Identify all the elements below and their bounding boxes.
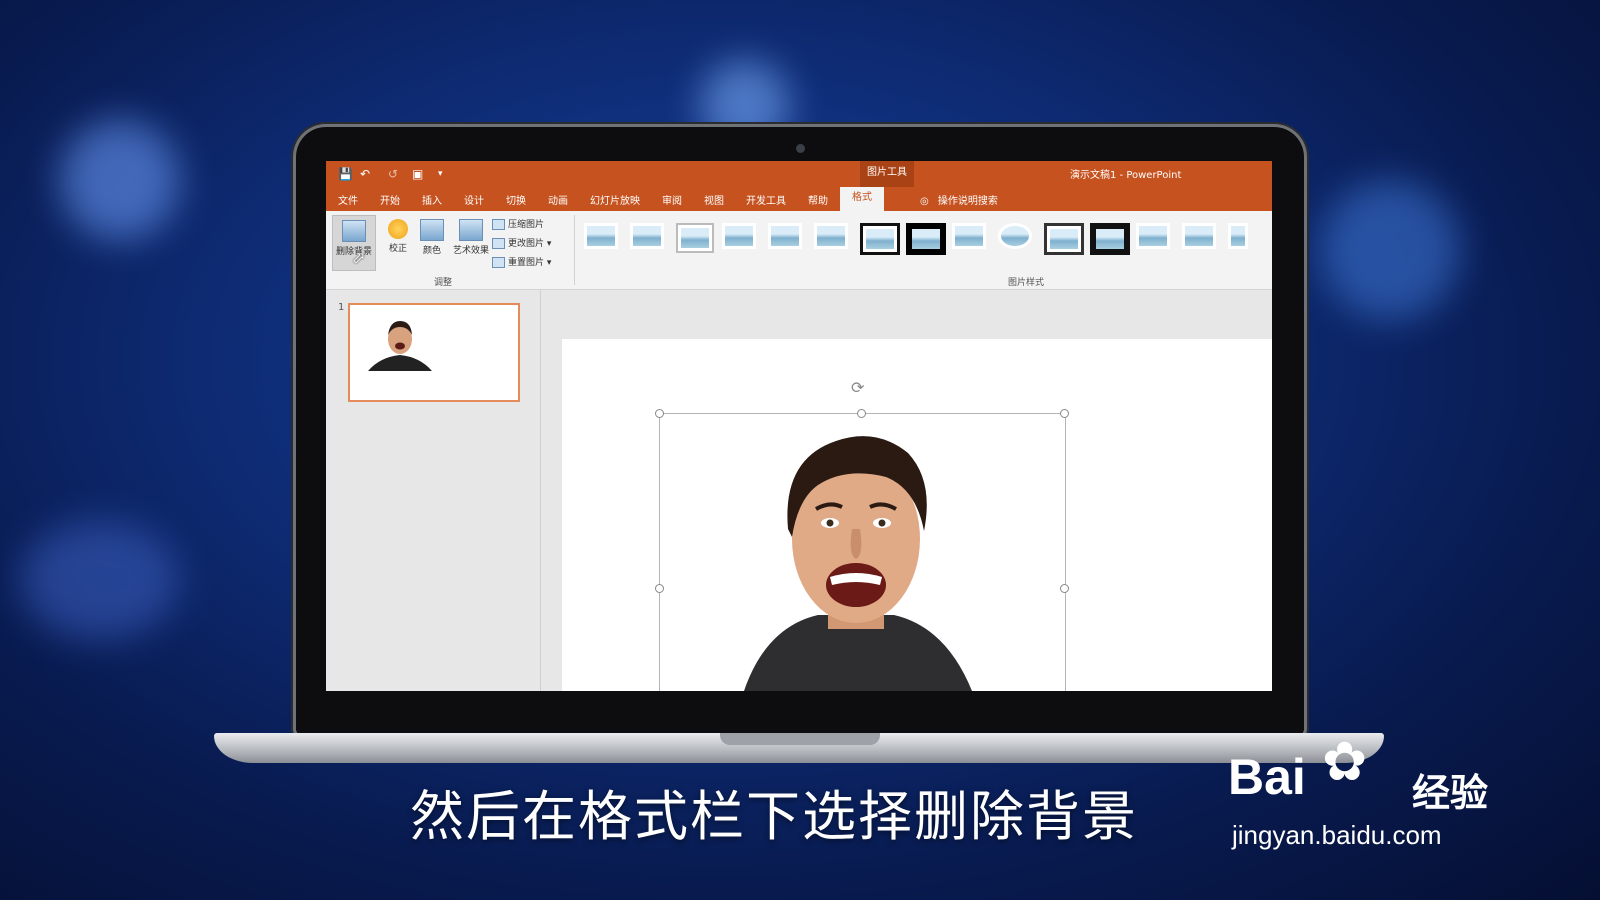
artistic-effects-button[interactable]: 艺术效果 [450,219,492,256]
tab-help[interactable]: 帮助 [808,192,828,207]
background-glow [20,520,180,640]
change-picture-label: 更改图片 [508,239,545,249]
save-icon[interactable]: 💾 [338,167,353,181]
presenter-icon[interactable]: ▣ [412,167,423,181]
window-title: 演示文稿1 - PowerPoint [1070,170,1182,181]
picture-style-4[interactable] [722,223,756,249]
picture-style-12[interactable] [1090,223,1130,255]
resize-handle[interactable] [655,584,664,593]
thumbnail-person-image [368,321,432,371]
corrections-button[interactable]: 校正 [380,219,416,254]
undo-icon[interactable]: ↶ [360,167,370,181]
picture-style-5[interactable] [768,223,802,249]
tab-transitions[interactable]: 切换 [506,192,526,207]
ribbon-body: 删除背景 校正 颜色 艺术效果 压缩图片 更改图片 ▾ 重置图片 ▾ 调整 图片… [326,211,1272,290]
tab-file[interactable]: 文件 [338,192,358,207]
mouse-cursor-icon: ⬀ [352,248,366,267]
picture-style-11[interactable] [1044,223,1084,255]
ribbon-tabs: 文件 开始 插入 设计 切换 动画 幻灯片放映 审阅 视图 开发工具 帮助 格式… [326,187,1272,211]
slide-thumbnail[interactable] [348,303,520,402]
resize-handle[interactable] [655,409,664,418]
tab-animations[interactable]: 动画 [548,192,568,207]
remove-background-icon [342,220,366,242]
tab-slideshow[interactable]: 幻灯片放映 [590,192,640,207]
title-bar: 💾 ↶ ↺ ▣ ▾ 图片工具 演示文稿1 - PowerPoint [326,161,1272,187]
compress-pictures-button[interactable]: 压缩图片 [492,217,544,230]
redo-icon[interactable]: ↺ [388,167,398,181]
slide-thumbnails-pane: 1 [326,290,541,691]
background-glow [60,120,180,240]
picture-style-7[interactable] [860,223,900,255]
picture-style-15[interactable] [1228,223,1248,249]
slide-number: 1 [338,302,345,313]
picture-style-1[interactable] [584,223,618,249]
background-glow [1320,180,1460,320]
color-icon [420,219,444,241]
color-button[interactable]: 颜色 [414,219,450,256]
reset-picture-label: 重置图片 [508,258,545,268]
powerpoint-window: 💾 ↶ ↺ ▣ ▾ 图片工具 演示文稿1 - PowerPoint 文件 开始 … [326,161,1272,691]
compress-label: 压缩图片 [508,220,545,230]
tell-me-search[interactable]: ◎ 操作说明搜索 [920,192,998,207]
tab-home[interactable]: 开始 [380,192,400,207]
tab-review[interactable]: 审阅 [662,192,682,207]
lightbulb-icon: ◎ [920,196,929,207]
tell-me-label: 操作说明搜索 [937,196,998,207]
laptop-notch [720,733,880,745]
picture-style-10[interactable] [998,223,1032,249]
picture-style-14[interactable] [1182,223,1216,249]
selection-box [659,413,1066,691]
picture-style-6[interactable] [814,223,848,249]
baidu-url: jingyan.baidu.com [1232,820,1442,850]
resize-handle[interactable] [857,409,866,418]
picture-style-9[interactable] [952,223,986,249]
customize-toolbar-icon[interactable]: ▾ [438,169,443,179]
corrections-label: 校正 [388,244,407,254]
color-label: 颜色 [422,246,441,256]
artistic-effects-label: 艺术效果 [452,246,489,256]
picture-style-2[interactable] [630,223,664,249]
compress-icon [492,219,505,230]
tab-format[interactable]: 格式 [840,187,884,211]
reset-picture-icon [492,257,505,268]
picture-style-13[interactable] [1136,223,1170,249]
paw-logo-icon: ✿ [1322,730,1368,793]
resize-handle[interactable] [1060,409,1069,418]
tab-developer[interactable]: 开发工具 [746,192,786,207]
change-picture-button[interactable]: 更改图片 ▾ [492,236,551,249]
artistic-effects-icon [459,219,483,241]
picture-styles-group-label: 图片样式 [1008,278,1045,288]
baidu-brand: Bai [1228,749,1306,805]
adjust-group-label: 调整 [434,278,453,288]
group-divider [574,215,575,285]
picture-style-8[interactable] [906,223,946,255]
picture-tools-context: 图片工具 [860,161,914,187]
sun-icon [388,219,408,239]
tab-design[interactable]: 设计 [464,192,484,207]
camera-dot [796,144,805,153]
tab-insert[interactable]: 插入 [422,192,442,207]
baidu-jingyan-label: 经验 [1412,771,1489,815]
tutorial-caption: 然后在格式栏下选择删除背景 [410,785,1138,848]
picture-style-3[interactable] [676,223,714,253]
rotate-handle-icon[interactable]: ⟳ [851,378,864,397]
reset-picture-button[interactable]: 重置图片 ▾ [492,255,551,268]
tab-view[interactable]: 视图 [704,192,724,207]
change-picture-icon [492,238,505,249]
resize-handle[interactable] [1060,584,1069,593]
